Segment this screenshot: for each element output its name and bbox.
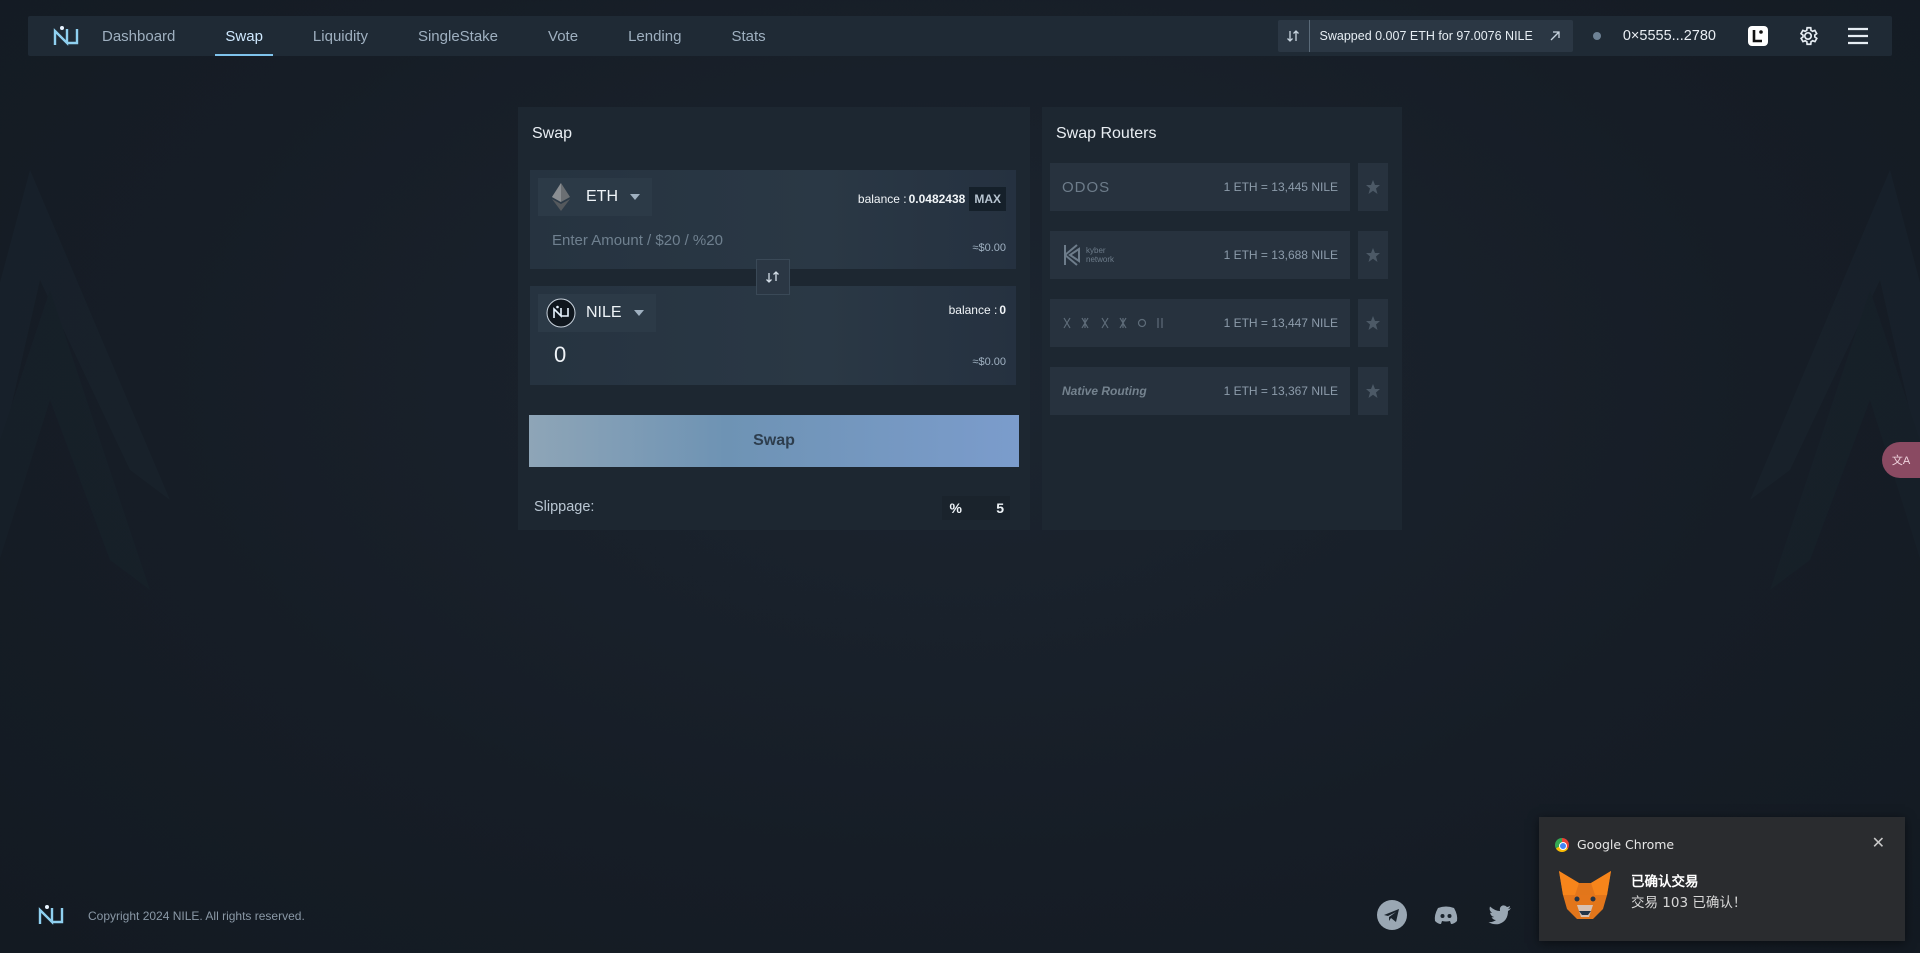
star-icon[interactable] [1358, 231, 1388, 279]
router-logo-icon [1062, 316, 1172, 330]
notification-body: 交易 103 已确认！ [1631, 895, 1747, 911]
notification-header: Google Chrome [1555, 837, 1674, 852]
network-logo-icon[interactable] [1742, 20, 1774, 52]
router-kyber[interactable]: kyber network 1 ETH = 13,688 NILE [1050, 231, 1350, 279]
from-balance-label: balance : [857, 192, 907, 206]
router-rate: 1 ETH = 13,445 NILE [1223, 180, 1338, 194]
router-row: Native Routing 1 ETH = 13,367 NILE [1050, 367, 1390, 415]
swap-panel-title: Swap [532, 125, 573, 142]
kyber-logo-icon [1064, 244, 1080, 266]
router-third[interactable]: 1 ETH = 13,447 NILE [1050, 299, 1350, 347]
to-balance-value: 0 [999, 303, 1006, 317]
to-balance-label: balance : [948, 303, 998, 317]
star-icon[interactable] [1358, 163, 1388, 211]
twitter-icon[interactable] [1484, 899, 1516, 931]
router-odos[interactable]: ODOS 1 ETH = 13,445 NILE [1050, 163, 1350, 211]
router-rate: 1 ETH = 13,447 NILE [1223, 316, 1338, 330]
from-balance: balance : 0.0482438 MAX [858, 187, 1006, 211]
slippage-label: Slippage: [534, 499, 595, 515]
max-button[interactable]: MAX [969, 187, 1006, 211]
nav-right: Swapped 0.007 ETH for 97.0076 NILE 0×555… [1277, 16, 1892, 56]
to-token-selector[interactable]: NILE [538, 294, 656, 332]
recent-transaction-text: Swapped 0.007 ETH for 97.0076 NILE [1319, 29, 1533, 43]
nav-stats[interactable]: Stats [706, 16, 790, 56]
slippage-unit: % [949, 500, 962, 516]
to-balance: balance : 0 [949, 303, 1006, 317]
flip-tokens-button[interactable] [756, 259, 790, 295]
slippage-input[interactable]: % 5 [941, 496, 1010, 520]
from-token-selector[interactable]: ETH [538, 178, 652, 216]
close-icon[interactable]: ✕ [1872, 833, 1885, 852]
telegram-icon[interactable] [1376, 899, 1408, 931]
background-decoration-left [0, 170, 170, 590]
from-usd-value: ≈$0.00 [972, 242, 1006, 254]
metamask-fox-icon [1559, 871, 1611, 919]
eth-icon [546, 182, 576, 212]
swap-routers-panel: Swap Routers ODOS 1 ETH = 13,445 NILE ky… [1042, 107, 1402, 530]
router-rate: 1 ETH = 13,367 NILE [1223, 384, 1338, 398]
star-icon[interactable] [1358, 299, 1388, 347]
nav-vote[interactable]: Vote [523, 16, 603, 56]
discord-icon[interactable] [1430, 899, 1462, 931]
translate-icon[interactable]: 文A [1882, 442, 1920, 478]
routers-panel-title: Swap Routers [1056, 125, 1157, 142]
from-amount-input[interactable] [552, 232, 852, 249]
chrome-icon [1555, 837, 1569, 852]
wallet-address: 0×5555...2780 [1622, 28, 1716, 44]
router-name: Native Routing [1062, 384, 1147, 398]
router-name: kyber network [1062, 243, 1126, 267]
to-token-box: NILE balance : 0 0 ≈$0.00 [530, 286, 1016, 385]
notification-app-name: Google Chrome [1577, 837, 1675, 852]
wallet-button[interactable]: 0×5555...2780 [1592, 28, 1716, 44]
nile-token-icon [546, 298, 576, 328]
social-links [1376, 899, 1538, 931]
top-nav: Dashboard Swap Liquidity SingleStake Vot… [28, 16, 1892, 56]
external-link-icon[interactable] [1543, 30, 1567, 42]
nile-logo-icon[interactable] [46, 16, 86, 56]
from-balance-value: 0.0482438 [908, 192, 966, 206]
chevron-down-icon [630, 194, 640, 200]
star-icon[interactable] [1358, 367, 1388, 415]
slippage-value: 5 [996, 500, 1004, 516]
router-rate: 1 ETH = 13,688 NILE [1223, 248, 1338, 262]
nav-swap[interactable]: Swap [200, 16, 288, 56]
nav-dashboard[interactable]: Dashboard [90, 16, 200, 56]
to-token-name: NILE [586, 304, 622, 321]
chrome-notification[interactable]: Google Chrome ✕ 已确认交易 交易 103 已确认！ [1539, 817, 1905, 941]
copyright-text: Copyright 2024 NILE. All rights reserved… [88, 909, 305, 923]
wallet-status-dot [1592, 32, 1601, 40]
recent-transaction[interactable]: Swapped 0.007 ETH for 97.0076 NILE [1277, 20, 1573, 52]
menu-hamburger-icon[interactable] [1842, 20, 1874, 52]
from-token-box: ETH balance : 0.0482438 MAX ≈$0.00 [530, 170, 1016, 269]
swap-panel: Swap ETH balance : 0.0482438 MAX ≈$0.00 … [518, 107, 1030, 530]
nav-singlestake[interactable]: SingleStake [393, 16, 523, 56]
footer-nile-logo-icon[interactable] [38, 904, 64, 931]
background-decoration-right [1750, 170, 1920, 590]
nav-liquidity[interactable]: Liquidity [288, 16, 393, 56]
router-row: 1 ETH = 13,447 NILE [1050, 299, 1390, 347]
router-row: ODOS 1 ETH = 13,445 NILE [1050, 163, 1390, 211]
chevron-down-icon [633, 310, 644, 316]
swap-button[interactable]: Swap [529, 415, 1019, 467]
swap-arrows-icon [1278, 20, 1310, 52]
from-token-name: ETH [586, 188, 618, 205]
notification-title: 已确认交易 [1631, 874, 1699, 890]
router-name: ODOS [1062, 178, 1111, 196]
to-usd-value: ≈$0.00 [972, 356, 1006, 368]
router-row: kyber network 1 ETH = 13,688 NILE [1050, 231, 1390, 279]
to-amount-value: 0 [554, 342, 567, 367]
settings-gear-icon[interactable] [1792, 20, 1824, 52]
nav-lending[interactable]: Lending [603, 16, 706, 56]
nav-links: Dashboard Swap Liquidity SingleStake Vot… [90, 16, 791, 56]
router-native[interactable]: Native Routing 1 ETH = 13,367 NILE [1050, 367, 1350, 415]
